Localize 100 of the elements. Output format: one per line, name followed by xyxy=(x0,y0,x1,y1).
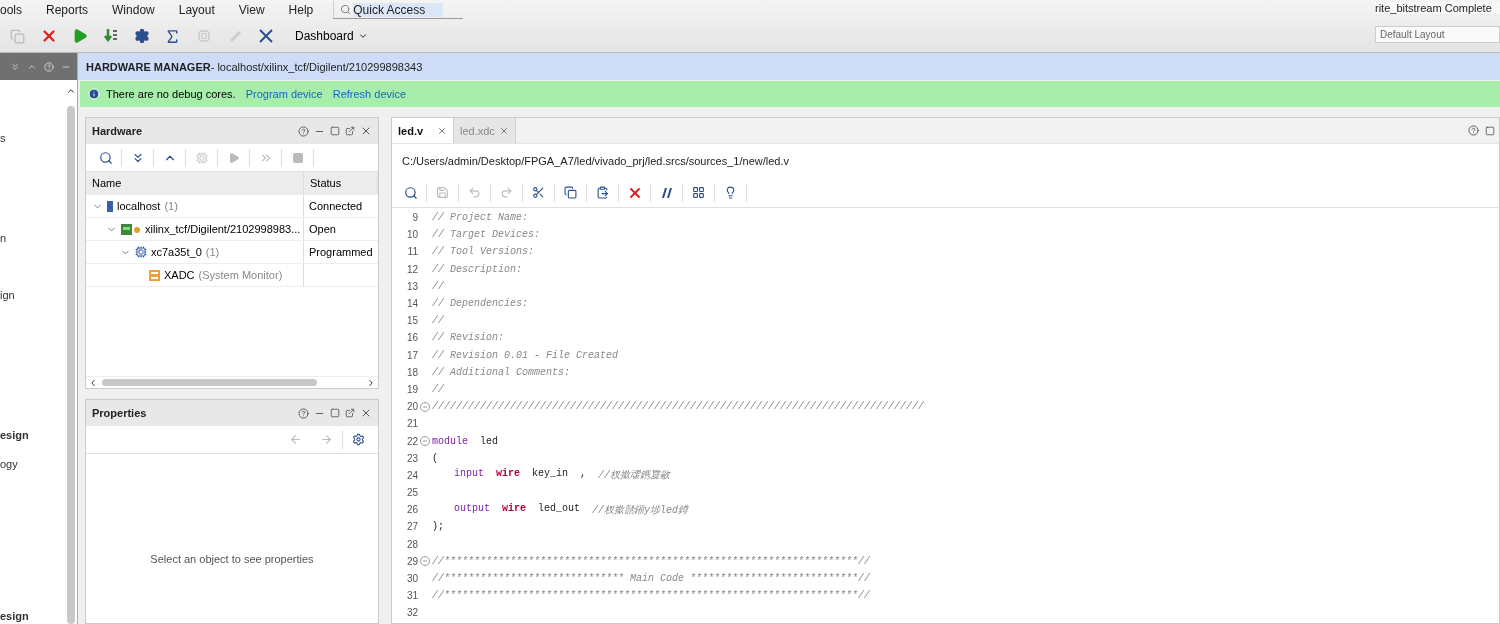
code-token: ( xyxy=(432,452,438,464)
code-token: led xyxy=(480,435,499,447)
info-message: There are no debug cores. xyxy=(106,88,236,100)
float-icon[interactable] xyxy=(345,408,355,418)
tree-row[interactable]: XADC (System Monitor) xyxy=(86,264,378,287)
panel-title: Properties xyxy=(92,407,148,419)
code-comment: // Project Name: xyxy=(432,212,528,224)
maximize-icon[interactable] xyxy=(330,126,340,136)
scroll-left-icon[interactable] xyxy=(88,377,98,388)
column-header[interactable]: Name xyxy=(86,172,304,194)
search-icon xyxy=(340,4,352,15)
layout-selector[interactable]: Default Layout xyxy=(1375,26,1500,43)
navigator-item[interactable]: s xyxy=(0,132,65,144)
hardware-manager-header: HARDWARE MANAGER- localhost/xilinx_tcf/Digilent/210299898343 xyxy=(78,53,1500,80)
tree-row[interactable]: xc7a35t_0 (1) Programmed xyxy=(86,241,378,264)
code-comment: //*********************************************************************// xyxy=(432,555,871,567)
navigator-item[interactable]: ogy xyxy=(0,458,65,470)
close-icon[interactable] xyxy=(360,125,372,137)
menu-item[interactable]: Help xyxy=(276,3,326,17)
close-icon[interactable] xyxy=(437,125,447,136)
fold-icon[interactable] xyxy=(420,401,430,412)
navigator-item[interactable]: esign xyxy=(0,429,65,441)
line-number: 12 xyxy=(405,263,418,275)
maximize-icon[interactable] xyxy=(330,408,340,418)
info-link[interactable]: Refresh device xyxy=(332,88,407,100)
code-comment: //****************************** Main Code ****************************// xyxy=(432,573,871,585)
tree-row[interactable]: localhost (1) Connected xyxy=(86,195,378,218)
dashboard-button[interactable]: Dashboard xyxy=(289,28,374,44)
code-token: led_out xyxy=(538,502,581,516)
code-token: wire xyxy=(502,502,527,516)
line-number: 14 xyxy=(405,298,418,310)
navigator-item[interactable]: ign xyxy=(0,289,65,301)
menu-item[interactable]: Window xyxy=(100,3,167,17)
code-token: input xyxy=(454,468,484,482)
code-comment: //*********************************************************************// xyxy=(432,590,871,602)
code-comment: // xyxy=(432,315,444,327)
line-number: 21 xyxy=(405,418,418,430)
line-number: 28 xyxy=(405,538,418,550)
code-token: output xyxy=(454,502,490,516)
chip-icon xyxy=(135,246,147,258)
line-number: 17 xyxy=(405,349,418,361)
scrollbar-thumb[interactable] xyxy=(67,106,75,624)
node-count: (1) xyxy=(205,246,220,258)
code-comment: //杈撳叆鎸夐敭 xyxy=(598,469,671,483)
code-comment: // Additional Comments: xyxy=(432,366,571,378)
navigator-item[interactable]: esign xyxy=(0,610,65,622)
code-token: key_in xyxy=(532,468,569,482)
menu-item[interactable]: Reports xyxy=(34,3,101,17)
help-icon[interactable] xyxy=(298,125,309,137)
close-icon[interactable] xyxy=(360,407,372,419)
menu-item[interactable]: View xyxy=(226,3,277,17)
run-status: rite_bitstream Complete xyxy=(1375,2,1500,14)
close-icon[interactable] xyxy=(499,125,509,136)
line-number: 9 xyxy=(411,212,418,224)
line-number: 15 xyxy=(405,315,418,327)
code-comment: // Target Devices: xyxy=(432,229,541,241)
tree-row[interactable]: xilinx_tcf/Digilent/2102998983... Open xyxy=(86,218,378,241)
scrollbar-thumb[interactable] xyxy=(102,379,317,386)
line-number: 24 xyxy=(405,469,418,481)
node-count: (1) xyxy=(164,200,178,212)
info-link[interactable]: Program device xyxy=(245,88,323,100)
scroll-up-icon[interactable] xyxy=(66,86,76,96)
code-comment: // Tool Versions: xyxy=(432,246,535,258)
fold-icon[interactable] xyxy=(420,556,430,567)
node-name: xc7a35t_0 xyxy=(151,246,202,258)
code-comment: // Description: xyxy=(432,263,522,275)
maximize-icon[interactable] xyxy=(1485,125,1495,136)
fold-icon[interactable] xyxy=(420,436,430,447)
code-comment: // Revision 0.01 - File Created xyxy=(432,349,619,361)
status-cell-text: Programmed xyxy=(308,245,374,260)
panel-title: Hardware xyxy=(92,125,144,137)
line-number: 26 xyxy=(405,504,418,516)
code-comment: ////////////////////////////////////////////////////////////////////////////////// xyxy=(432,401,925,413)
column-header[interactable]: Status xyxy=(304,172,378,194)
line-number: 18 xyxy=(405,366,418,378)
file-path: C:/Users/admin/Desktop/FPGA_A7/led/vivado_prj/led.srcs/sources_1/new/led.v xyxy=(401,154,790,169)
code-comment: // Revision: xyxy=(432,332,504,344)
info-icon xyxy=(88,88,100,100)
menu-item[interactable]: Layout xyxy=(166,3,227,17)
line-number: 27 xyxy=(405,521,418,533)
navigator-item[interactable]: n xyxy=(0,232,65,244)
line-number: 19 xyxy=(405,383,418,395)
code-comment: // xyxy=(432,383,444,395)
server-icon xyxy=(107,200,113,212)
line-number: 13 xyxy=(405,280,418,292)
line-number: 29 xyxy=(405,555,418,567)
scroll-right-icon[interactable] xyxy=(366,377,376,388)
board-icon xyxy=(121,223,141,235)
editor-tab[interactable]: led.v xyxy=(392,118,454,143)
float-icon[interactable] xyxy=(345,126,355,136)
help-icon[interactable] xyxy=(298,407,309,419)
line-number: 11 xyxy=(406,246,418,258)
menu-item[interactable]: ools xyxy=(0,3,34,17)
line-number: 25 xyxy=(405,487,418,499)
code-comment: //杈撳嚭鎺у埗led鐏 xyxy=(592,503,689,517)
code-token: wire xyxy=(496,468,521,482)
line-number: 32 xyxy=(405,607,418,619)
line-number: 22 xyxy=(405,435,418,447)
help-icon[interactable] xyxy=(1468,125,1479,136)
line-number: 30 xyxy=(405,573,418,585)
